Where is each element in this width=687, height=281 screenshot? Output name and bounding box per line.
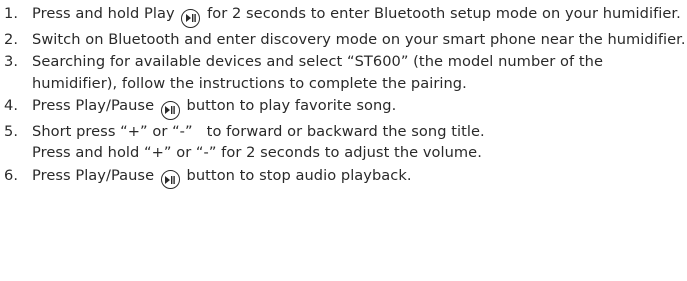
step-text-line-1: Short press “+” or “-” to forward or bac…: [32, 122, 485, 140]
step-text-after-icon: button to play favorite song.: [186, 97, 397, 114]
list-item-step-6: 6. Press Play/Pause button to stop audio…: [0, 165, 687, 189]
step-text: Short press “+” or “-” to forward or bac…: [32, 121, 687, 164]
step-number: 1.: [4, 5, 19, 22]
step-text-line-2: Press and hold “+” or “-” for 2 seconds …: [32, 144, 482, 161]
step-number: 4.: [4, 97, 19, 114]
step-text-before-icon: Press and hold Play: [32, 5, 175, 22]
list-item-step-5: 5. Short press “+” or “-” to forward or …: [0, 121, 687, 164]
list-item-step-2: 2. Switch on Bluetooth and enter discove…: [0, 29, 687, 51]
step-text-before-icon: Press Play/Pause: [32, 97, 155, 114]
step-number: 3.: [4, 53, 19, 70]
list-item-step-3: 3. Searching for available devices and s…: [0, 51, 687, 94]
step-text: Press and hold Play for 2 seconds to ent…: [32, 3, 687, 28]
play-pause-icon: [160, 170, 180, 189]
step-text-before-icon: Press Play/Pause: [32, 166, 155, 184]
step-text: Press Play/Pause button to play favorite…: [32, 95, 687, 120]
step-number: 2.: [4, 30, 19, 48]
step-text-after-icon: button to stop audio playback.: [186, 166, 412, 184]
list-item-step-1: 1. Press and hold Play for 2 seconds to …: [0, 3, 687, 28]
step-text-after-icon: for 2 seconds to enter Bluetooth setup m…: [207, 5, 681, 22]
step-text: Searching for available devices and sele…: [32, 53, 603, 92]
play-pause-icon: [160, 100, 180, 120]
step-text: Switch on Bluetooth and enter discovery …: [32, 30, 686, 48]
list-item-step-4: 4. Press Play/Pause button to play favor…: [0, 95, 687, 120]
instruction-list: 1. Press and hold Play for 2 seconds to …: [0, 3, 687, 190]
play-pause-icon: [181, 8, 201, 28]
step-text: Press Play/Pause button to stop audio pl…: [32, 165, 687, 189]
step-number: 5.: [4, 122, 19, 140]
step-number: 6.: [4, 166, 19, 184]
